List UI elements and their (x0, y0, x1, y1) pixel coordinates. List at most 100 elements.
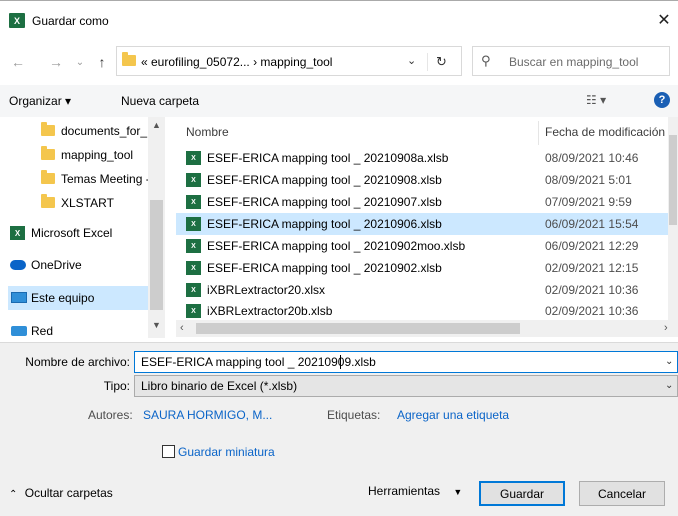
hide-folders-button[interactable]: ⌃ Ocultar carpetas (9, 486, 113, 500)
cancel-button[interactable]: Cancelar (579, 481, 665, 506)
excel-file-icon: X (186, 283, 203, 297)
save-thumbnail-checkbox[interactable] (162, 445, 175, 458)
file-row[interactable]: X ESEF-ERICA mapping tool _ 20210902.xls… (176, 257, 670, 279)
folder-icon (41, 170, 55, 184)
save-thumbnail-label[interactable]: Guardar miniatura (178, 445, 275, 459)
nav-item-mapping-tool[interactable]: mapping_tool (8, 143, 148, 167)
tags-label: Etiquetas: (327, 408, 381, 422)
nav-item-temas-meeting[interactable]: Temas Meeting - (8, 167, 150, 191)
file-name: ESEF-ERICA mapping tool _ 20210906.xlsb (207, 217, 442, 231)
cloud-icon (10, 260, 26, 270)
type-label: Tipo: (103, 379, 130, 393)
close-icon[interactable]: ✕ (654, 10, 674, 30)
tools-label: Herramientas (368, 484, 441, 498)
text-caret (340, 355, 341, 369)
file-name: ESEF-ERICA mapping tool _ 20210902.xlsb (207, 261, 442, 275)
up-arrow-icon[interactable]: ↑ (92, 52, 112, 72)
search-input[interactable]: Buscar en mapping_tool (509, 55, 638, 69)
address-path: « eurofiling_05072... › mapping_tool (141, 55, 333, 69)
scroll-up-icon[interactable]: ▲ (152, 120, 161, 130)
file-row[interactable]: X iXBRLextractor20.xlsx 02/09/2021 10:36 (176, 279, 670, 301)
file-name: iXBRLextractor20b.xlsb (207, 304, 333, 318)
scroll-down-icon[interactable]: ▼ (152, 320, 161, 330)
excel-file-icon: X (186, 261, 203, 275)
folder-icon (41, 122, 55, 136)
nav-item-xlstart[interactable]: XLSTART (8, 191, 148, 215)
folder-icon (122, 52, 136, 66)
column-divider[interactable] (538, 121, 539, 145)
search-box[interactable]: ⚲ Buscar en mapping_tool (472, 46, 670, 76)
excel-file-icon: X (186, 173, 203, 187)
nav-item-label: Microsoft Excel (31, 226, 113, 240)
file-name: ESEF-ERICA mapping tool _ 20210902moo.xl… (207, 239, 466, 253)
file-date: 02/09/2021 10:36 (545, 283, 639, 297)
tools-button[interactable]: Herramientas ▼ (368, 484, 462, 498)
nav-item-este-equipo[interactable]: Este equipo (8, 286, 148, 310)
nav-scrollbar-thumb[interactable] (150, 200, 163, 310)
toolbar: Organizar ▾ Nueva carpeta ☷ ▾ ? (0, 85, 678, 117)
back-arrow-icon[interactable]: ← (8, 52, 28, 72)
forward-arrow-icon[interactable]: → (46, 52, 66, 72)
file-list-hscrollbar-thumb[interactable] (196, 323, 520, 334)
caret-down-icon: ▼ (453, 487, 463, 497)
file-row[interactable]: X ESEF-ERICA mapping tool _ 20210902moo.… (176, 235, 670, 257)
tags-field[interactable]: Agregar una etiqueta (397, 408, 509, 422)
scroll-left-icon[interactable]: ‹ (180, 322, 184, 334)
column-header-name[interactable]: Nombre (186, 125, 229, 139)
file-type-select[interactable]: Libro binario de Excel (*.xlsb) ⌄ (134, 375, 678, 397)
file-name: ESEF-ERICA mapping tool _ 20210908a.xlsb (207, 151, 449, 165)
refresh-icon[interactable]: ↻ (427, 53, 455, 71)
organize-button[interactable]: Organizar ▾ (9, 94, 71, 108)
chevron-up-icon: ⌃ (9, 489, 18, 500)
file-date: 06/09/2021 12:29 (545, 239, 639, 253)
file-name: ESEF-ERICA mapping tool _ 20210908.xlsb (207, 173, 442, 187)
chevron-down-icon[interactable]: ⌄ (665, 356, 673, 367)
nav-item-documents[interactable]: documents_for_ (8, 119, 148, 143)
column-header-date[interactable]: Fecha de modificación (545, 125, 665, 139)
nav-item-red[interactable]: Red (8, 319, 148, 338)
nav-item-label: XLSTART (61, 196, 114, 210)
help-icon[interactable]: ? (654, 92, 670, 108)
file-row-selected[interactable]: X ESEF-ERICA mapping tool _ 20210906.xls… (176, 213, 670, 235)
chevron-down-icon[interactable]: ⌄ (665, 380, 673, 391)
file-date: 08/09/2021 10:46 (545, 151, 639, 165)
address-bar[interactable]: « eurofiling_05072... › mapping_tool ⌄ ↻ (116, 46, 462, 76)
new-folder-button[interactable]: Nueva carpeta (121, 94, 199, 108)
folder-icon (41, 194, 55, 208)
excel-file-icon: X (186, 239, 203, 253)
nav-item-label: documents_for_ (61, 124, 148, 138)
save-button[interactable]: Guardar (479, 481, 565, 506)
title-bar: X Guardar como ✕ (0, 0, 678, 38)
filename-label: Nombre de archivo: (25, 355, 130, 369)
file-date: 02/09/2021 10:36 (545, 304, 639, 318)
filename-field[interactable]: ESEF-ERICA mapping tool _ 20210909.xlsb … (134, 351, 678, 373)
excel-file-icon: X (186, 304, 203, 318)
file-date: 07/09/2021 9:59 (545, 195, 632, 209)
file-row[interactable]: X ESEF-ERICA mapping tool _ 20210908.xls… (176, 169, 670, 191)
file-row[interactable]: X iXBRLextractor20b.xlsb 02/09/2021 10:3… (176, 300, 670, 322)
navigation-pane: documents_for_ mapping_tool Temas Meetin… (8, 117, 166, 338)
nav-item-label: OneDrive (31, 258, 82, 272)
computer-icon (11, 292, 27, 303)
file-list-vscrollbar-thumb[interactable] (669, 135, 677, 225)
view-options-icon[interactable]: ☷ ▾ (586, 93, 606, 107)
authors-field[interactable]: SAURA HORMIGO, M... (143, 408, 272, 422)
file-date: 02/09/2021 12:15 (545, 261, 639, 275)
file-row[interactable]: X ESEF-ERICA mapping tool _ 20210908a.xl… (176, 147, 670, 169)
nav-item-label: mapping_tool (61, 148, 134, 162)
search-icon: ⚲ (481, 53, 491, 68)
history-chevron-icon[interactable]: ⌄ (70, 52, 90, 72)
hide-folders-label: Ocultar carpetas (24, 486, 113, 500)
excel-file-icon: X (186, 217, 203, 231)
nav-item-label: Temas Meeting - (61, 172, 150, 186)
excel-icon: X (10, 226, 25, 240)
file-date: 08/09/2021 5:01 (545, 173, 632, 187)
folder-icon (41, 146, 55, 160)
chevron-down-icon[interactable]: ⌄ (407, 54, 416, 67)
file-row[interactable]: X ESEF-ERICA mapping tool _ 20210907.xls… (176, 191, 670, 213)
excel-icon: X (9, 13, 25, 28)
scroll-right-icon[interactable]: › (664, 322, 668, 334)
network-icon (11, 326, 27, 336)
nav-item-microsoft-excel[interactable]: X Microsoft Excel (8, 221, 148, 245)
nav-item-onedrive[interactable]: OneDrive (8, 253, 148, 277)
